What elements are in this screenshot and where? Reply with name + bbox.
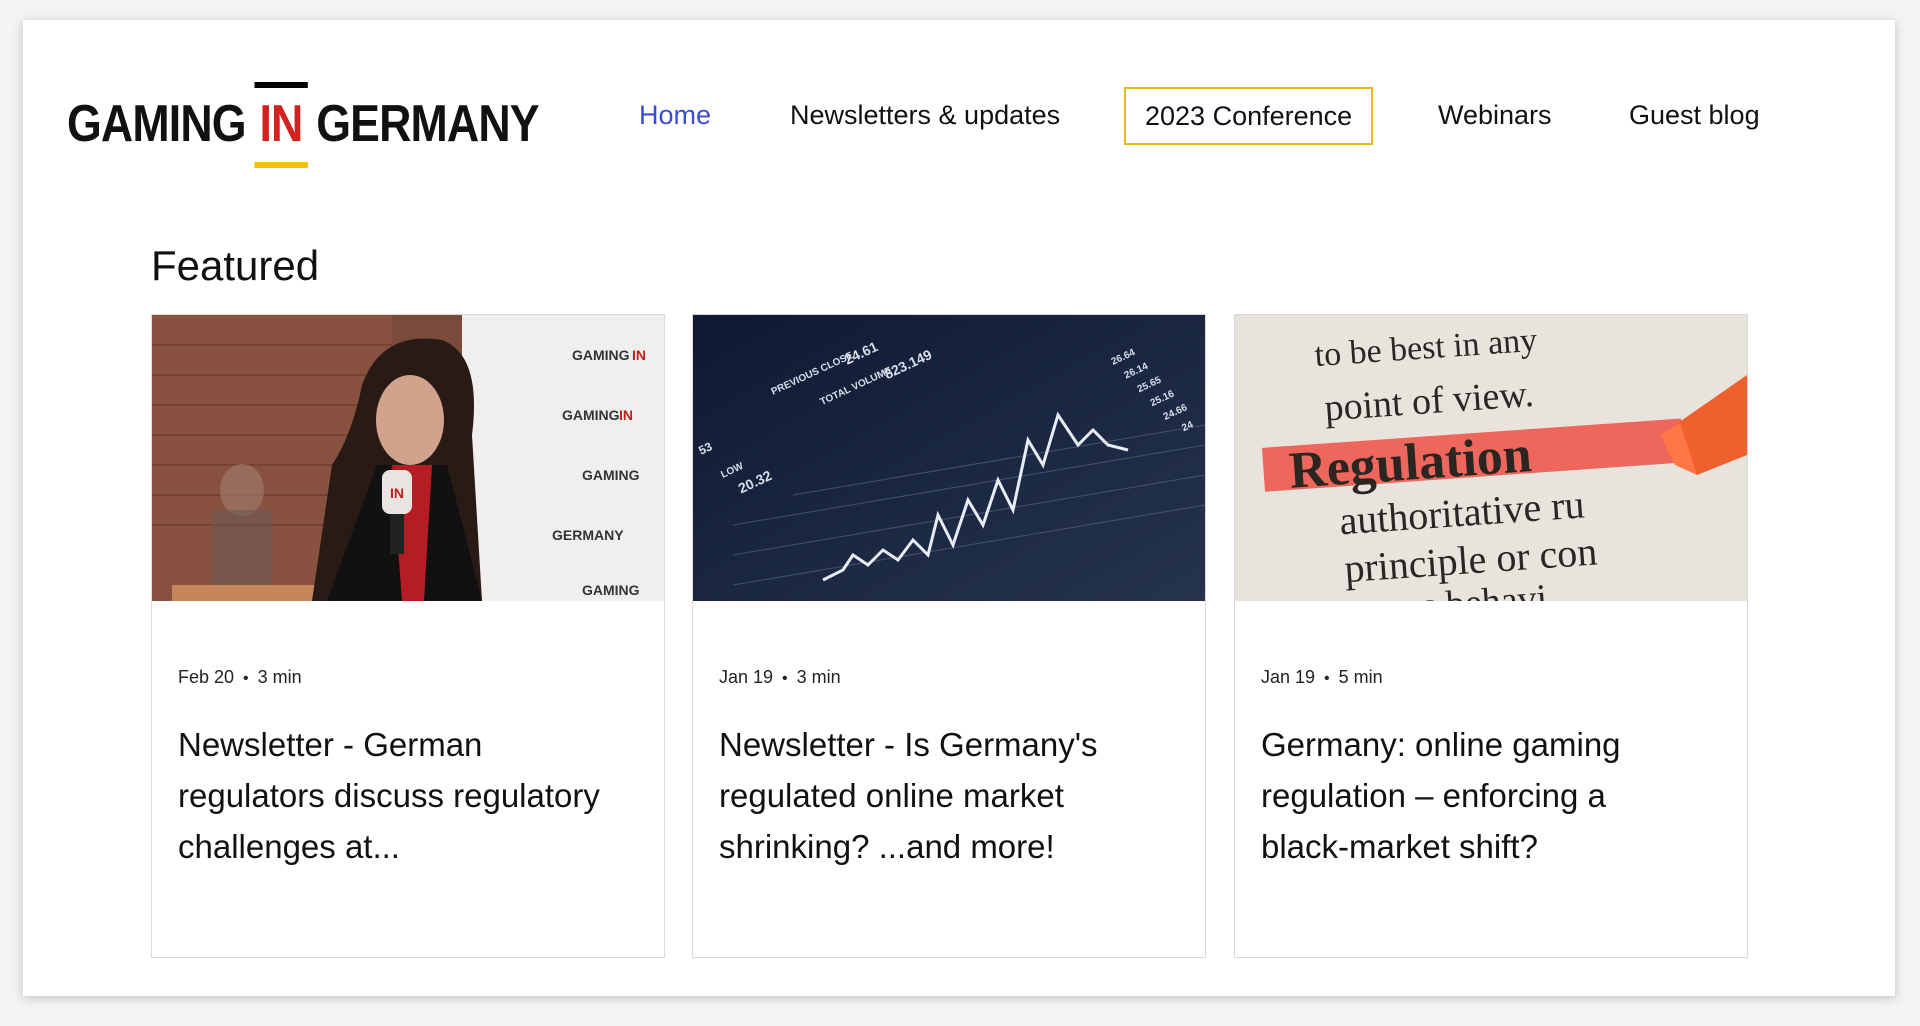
post-title[interactable]: Newsletter - Is Germany's regulated onli…: [719, 719, 1149, 872]
post-title[interactable]: Newsletter - German regulators discuss r…: [178, 719, 608, 872]
post-meta: Feb 20 • 3 min: [178, 667, 302, 688]
main-nav: Home Newsletters & updates 2023 Conferen…: [23, 86, 1895, 145]
post-card[interactable]: GAMING GAMING GAMING GERMANY GAMING IN I…: [151, 314, 665, 958]
svg-text:GERMANY: GERMANY: [552, 527, 624, 543]
post-card[interactable]: PREVIOUS CLOSE 24.61 TOTAL VOLUME 823.14…: [692, 314, 1206, 958]
svg-text:IN: IN: [390, 485, 404, 501]
svg-text:GAMING: GAMING: [582, 467, 640, 483]
nav-item-guest-blog[interactable]: Guest blog: [1629, 86, 1760, 144]
separator-dot: •: [1324, 670, 1330, 687]
svg-text:GAMING: GAMING: [562, 407, 620, 423]
post-meta: Jan 19 • 5 min: [1261, 667, 1383, 688]
post-image-chart[interactable]: PREVIOUS CLOSE 24.61 TOTAL VOLUME 823.14…: [693, 315, 1205, 601]
post-meta: Jan 19 • 3 min: [719, 667, 841, 688]
svg-text:GAMING: GAMING: [582, 582, 640, 598]
nav-item-home[interactable]: Home: [639, 86, 711, 144]
nav-item-webinars[interactable]: Webinars: [1438, 86, 1552, 144]
featured-heading: Featured: [151, 242, 320, 289]
post-card[interactable]: to be best in any point of view. Regulat…: [1234, 314, 1748, 958]
page-frame: GAMING IN GERMANY Home Newsletters & upd…: [23, 20, 1895, 996]
separator-dot: •: [243, 670, 249, 687]
svg-text:IN: IN: [632, 347, 646, 363]
post-date: Feb 20: [178, 667, 235, 687]
post-read-time: 5 min: [1338, 667, 1383, 687]
nav-item-conference[interactable]: 2023 Conference: [1124, 87, 1374, 145]
svg-text:GAMING: GAMING: [572, 347, 630, 363]
separator-dot: •: [782, 670, 788, 687]
post-title[interactable]: Germany: online gaming regulation – enfo…: [1261, 719, 1691, 872]
post-read-time: 3 min: [796, 667, 841, 687]
post-date: Jan 19: [719, 667, 774, 687]
post-image-regulation[interactable]: to be best in any point of view. Regulat…: [1235, 315, 1747, 601]
post-read-time: 3 min: [257, 667, 302, 687]
post-date: Jan 19: [1261, 667, 1316, 687]
svg-text:IN: IN: [619, 407, 633, 423]
nav-item-newsletters[interactable]: Newsletters & updates: [790, 86, 1060, 144]
post-image-speaker[interactable]: GAMING GAMING GAMING GERMANY GAMING IN I…: [152, 315, 664, 601]
